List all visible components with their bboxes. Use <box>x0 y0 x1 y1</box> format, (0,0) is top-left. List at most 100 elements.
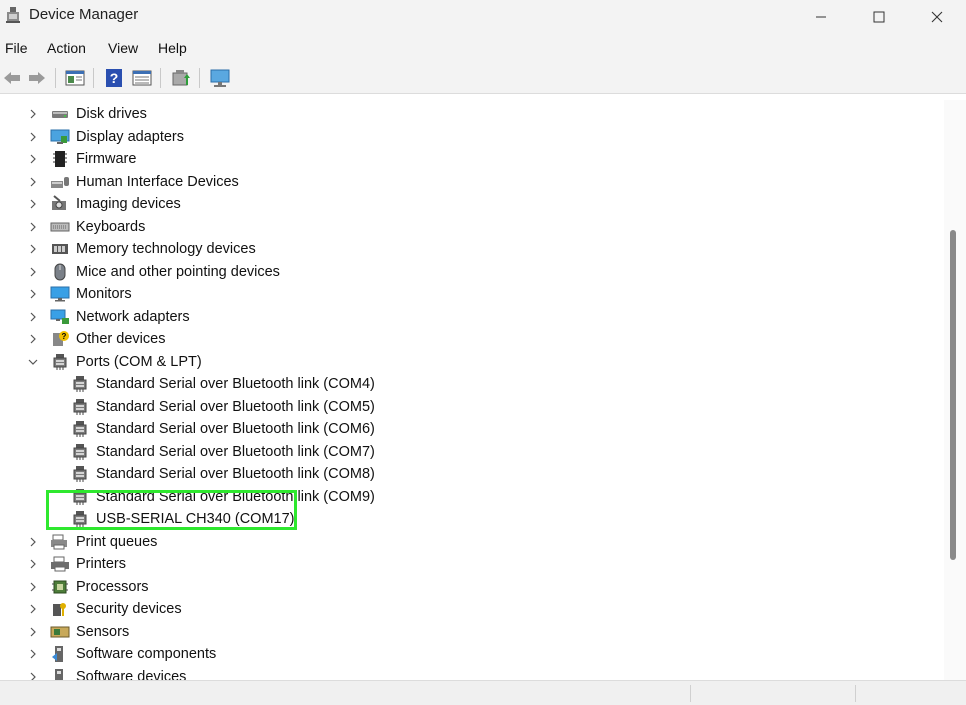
forward-button[interactable] <box>25 66 49 90</box>
close-button[interactable] <box>908 0 966 34</box>
toolbar: ? <box>0 62 966 94</box>
expand-toggle[interactable] <box>26 265 40 279</box>
title-bar: Device Manager <box>0 0 966 34</box>
details-view-button[interactable] <box>130 66 154 90</box>
tree-category[interactable]: Firmware <box>26 148 136 170</box>
security-device-icon <box>50 600 70 618</box>
tree-item-label: Monitors <box>76 286 132 302</box>
menu-view[interactable]: View <box>108 40 138 56</box>
update-driver-button[interactable] <box>169 66 193 90</box>
tree-category[interactable]: Security devices <box>26 598 182 620</box>
tree-category[interactable]: Human Interface Devices <box>26 171 239 193</box>
tree-item-label: Sensors <box>76 623 130 640</box>
tree-category[interactable]: Software devices <box>26 666 187 681</box>
back-icon <box>4 72 20 84</box>
memory-icon <box>50 240 70 258</box>
camera-icon <box>50 195 70 213</box>
tree-device[interactable]: Standard Serial over Bluetooth link (COM… <box>70 373 375 395</box>
tree-category[interactable]: Keyboards <box>26 216 145 238</box>
tree-device[interactable]: Standard Serial over Bluetooth link (COM… <box>70 418 375 440</box>
tree-item-label: Software devices <box>76 668 187 681</box>
scan-hardware-button[interactable] <box>208 66 232 90</box>
expand-toggle[interactable] <box>26 647 40 661</box>
display-adapter-icon <box>50 128 70 146</box>
tree-item-label: Display adapters <box>76 128 184 145</box>
expand-toggle[interactable] <box>26 602 40 616</box>
tree-category[interactable]: Mice and other pointing devices <box>26 261 280 283</box>
vertical-scrollbar[interactable] <box>944 100 966 680</box>
tree-category[interactable]: Memory technology devices <box>26 238 256 260</box>
maximize-icon <box>873 11 885 23</box>
tree-item-label: Memory technology devices <box>76 241 256 257</box>
properties-window-button[interactable] <box>63 66 87 90</box>
tree-item-label: Keyboards <box>76 218 146 235</box>
tree-item-label: Processors <box>76 578 149 595</box>
tree-category[interactable]: Display adapters <box>26 126 184 148</box>
minimize-icon <box>816 16 826 18</box>
menu-file[interactable]: File <box>5 40 28 56</box>
tree-category[interactable]: Sensors <box>26 621 129 643</box>
tree-category[interactable]: Printers <box>26 553 126 575</box>
expand-toggle[interactable] <box>26 670 40 680</box>
chevron-down-icon <box>28 359 38 365</box>
expand-toggle[interactable] <box>26 557 40 571</box>
maximize-button[interactable] <box>850 0 908 34</box>
expand-toggle[interactable] <box>26 220 40 234</box>
status-separator <box>690 685 691 702</box>
tree-item-label: Disk drives <box>76 106 147 122</box>
tree-category[interactable]: Network adapters <box>26 306 190 328</box>
expand-toggle[interactable] <box>26 580 40 594</box>
tree-category[interactable]: Ports (COM & LPT) <box>26 351 202 373</box>
status-bar <box>0 680 966 705</box>
unknown-device-icon: ? <box>50 330 70 348</box>
minimize-button[interactable] <box>792 0 850 34</box>
expand-toggle[interactable] <box>26 625 40 639</box>
toolbar-separator <box>93 68 94 88</box>
tree-item-label: Imaging devices <box>76 196 181 212</box>
port-icon <box>70 420 90 438</box>
tree-device[interactable]: Standard Serial over Bluetooth link (COM… <box>70 486 375 508</box>
expand-toggle[interactable] <box>26 175 40 189</box>
expand-toggle[interactable] <box>26 535 40 549</box>
menu-action[interactable]: Action <box>47 40 86 56</box>
chevron-right-icon <box>30 289 36 299</box>
tree-category[interactable]: Imaging devices <box>26 193 181 215</box>
expand-toggle[interactable] <box>26 107 40 121</box>
chevron-right-icon <box>30 604 36 614</box>
tree-category[interactable]: Disk drives <box>26 103 147 125</box>
expand-toggle[interactable] <box>26 197 40 211</box>
expand-toggle[interactable] <box>26 152 40 166</box>
tree-item-label: Standard Serial over Bluetooth link (COM… <box>96 443 375 460</box>
collapse-toggle[interactable] <box>26 355 40 369</box>
chevron-right-icon <box>30 582 36 591</box>
chevron-right-icon <box>30 222 36 231</box>
tree-item-label: Human Interface Devices <box>76 173 239 190</box>
hid-icon <box>50 173 70 191</box>
help-button[interactable]: ? <box>102 66 126 90</box>
menu-help[interactable]: Help <box>158 40 187 56</box>
svg-text:?: ? <box>62 332 67 341</box>
expand-toggle[interactable] <box>26 242 40 256</box>
tree-category[interactable]: Processors <box>26 576 149 598</box>
tree-device[interactable]: USB-SERIAL CH340 (COM17) <box>70 508 295 530</box>
tree-device[interactable]: Standard Serial over Bluetooth link (COM… <box>70 463 375 485</box>
tree-device[interactable]: Standard Serial over Bluetooth link (COM… <box>70 396 375 418</box>
chevron-right-icon <box>30 627 36 636</box>
back-button[interactable] <box>0 66 24 90</box>
port-icon <box>50 353 70 371</box>
tree-device[interactable]: Standard Serial over Bluetooth link (COM… <box>70 441 375 463</box>
tree-category[interactable]: ? Other devices <box>26 328 165 350</box>
tree-item-label: Security devices <box>76 601 182 617</box>
tree-item-label: Printers <box>76 556 126 572</box>
window-title: Device Manager <box>29 6 139 23</box>
tree-category[interactable]: Software components <box>26 643 216 665</box>
tree-category[interactable]: Print queues <box>26 531 157 553</box>
expand-toggle[interactable] <box>26 310 40 324</box>
chevron-right-icon <box>30 334 36 344</box>
scrollbar-thumb[interactable] <box>950 230 956 560</box>
chevron-right-icon <box>30 109 36 119</box>
tree-category[interactable]: Monitors <box>26 283 132 305</box>
expand-toggle[interactable] <box>26 130 40 144</box>
expand-toggle[interactable] <box>26 287 40 301</box>
expand-toggle[interactable] <box>26 332 40 346</box>
